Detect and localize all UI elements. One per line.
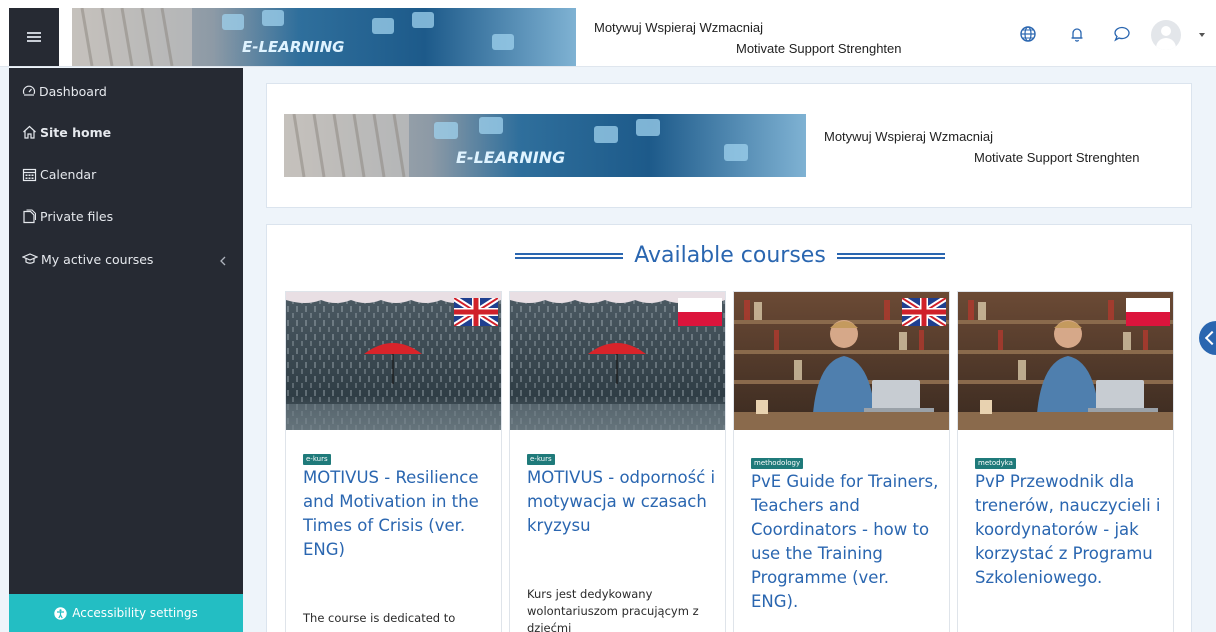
language-icon[interactable] bbox=[1018, 24, 1038, 44]
course-card[interactable]: metodyka PvP Przewodnik dla trenerów, na… bbox=[957, 291, 1174, 632]
sidebar-item-site-home[interactable]: Site home bbox=[22, 120, 111, 144]
course-card[interactable]: methodology PvE Guide for Trainers, Teac… bbox=[733, 291, 950, 632]
course-card[interactable]: e-kurs MOTIVUS - odporność i motywacja w… bbox=[509, 291, 726, 632]
sidebar-item-label: Site home bbox=[40, 124, 112, 140]
course-image-man-laptop-library[interactable] bbox=[734, 292, 949, 430]
course-image-rain-umbrella[interactable] bbox=[510, 292, 725, 430]
menu-toggle-button[interactable] bbox=[9, 8, 59, 66]
course-title-link[interactable]: MOTIVUS - odporność i motywacja w czasac… bbox=[527, 466, 717, 538]
hero-slogan-english: Motivate Support Strenghten bbox=[974, 150, 1140, 165]
user-avatar[interactable] bbox=[1151, 20, 1181, 50]
files-icon bbox=[23, 209, 36, 223]
available-courses-heading-text: Available courses bbox=[634, 243, 826, 268]
sidebar-item-label: My active courses bbox=[41, 251, 154, 267]
hero-panel: E-LEARNING Motywuj Wspieraj Wzmacniaj Mo… bbox=[266, 83, 1192, 208]
site-slogan: Motywuj Wspieraj Wzmacniaj Motivate Supp… bbox=[594, 17, 902, 59]
course-title-link[interactable]: PvP Przewodnik dla trenerów, nauczycieli… bbox=[975, 470, 1165, 590]
banner-text: E-LEARNING bbox=[242, 38, 344, 56]
chevron-left-icon[interactable] bbox=[216, 254, 230, 268]
course-category-badge: e-kurs bbox=[527, 454, 555, 465]
graduation-cap-icon bbox=[22, 253, 38, 264]
sidebar-item-private-files[interactable]: Private files bbox=[22, 204, 113, 228]
course-card[interactable]: e-kurs MOTIVUS - Resilience and Motivati… bbox=[285, 291, 502, 632]
course-category-badge: methodology bbox=[751, 458, 804, 469]
calendar-icon bbox=[22, 168, 37, 181]
site-banner-image[interactable]: E-LEARNING bbox=[72, 8, 576, 66]
slogan-english: Motivate Support Strenghten bbox=[736, 41, 902, 56]
sidebar-item-calendar[interactable]: Calendar bbox=[22, 162, 96, 186]
hamburger-icon bbox=[27, 32, 41, 42]
bell-icon[interactable] bbox=[1067, 24, 1087, 44]
dashboard-icon bbox=[22, 85, 36, 96]
available-courses-heading: Available courses bbox=[267, 243, 1191, 268]
course-category-badge: e-kurs bbox=[303, 454, 331, 465]
sidebar-item-label: Dashboard bbox=[39, 83, 107, 99]
course-description: The course is dedicated to bbox=[303, 611, 456, 625]
available-courses-panel: Available courses e-kurs MOTIVUS - Resil… bbox=[266, 224, 1192, 632]
course-image-man-laptop-library[interactable] bbox=[958, 292, 1173, 430]
hero-banner-image: E-LEARNING bbox=[284, 114, 806, 177]
course-category-badge: metodyka bbox=[975, 458, 1016, 469]
course-title-link[interactable]: PvE Guide for Trainers, Teachers and Coo… bbox=[751, 470, 941, 614]
uk-flag-icon bbox=[902, 298, 946, 326]
hero-slogan: Motywuj Wspieraj Wzmacniaj Motivate Supp… bbox=[824, 126, 1140, 168]
sidebar-item-dashboard[interactable]: Dashboard bbox=[22, 79, 107, 103]
poland-flag-icon bbox=[678, 298, 722, 326]
uk-flag-icon bbox=[454, 298, 498, 326]
sidebar-item-my-active-courses[interactable]: My active courses bbox=[22, 247, 153, 271]
accessibility-settings-button[interactable]: Accessibility settings bbox=[9, 594, 243, 632]
sidebar-item-label: Calendar bbox=[40, 166, 97, 182]
user-menu-caret-icon[interactable] bbox=[1199, 33, 1205, 37]
course-image-rain-umbrella[interactable] bbox=[286, 292, 501, 430]
hero-slogan-polish: Motywuj Wspieraj Wzmacniaj bbox=[824, 129, 994, 144]
course-description: Kurs jest dedykowany wolontariuszom prac… bbox=[527, 587, 699, 632]
right-drawer-toggle-button[interactable] bbox=[1199, 321, 1216, 355]
side-navigation: Dashboard Site home Calendar Private fil… bbox=[9, 68, 243, 632]
slogan-polish: Motywuj Wspieraj Wzmacniaj bbox=[594, 20, 764, 35]
accessibility-settings-label: Accessibility settings bbox=[72, 606, 198, 620]
home-icon bbox=[23, 125, 36, 139]
accessibility-icon bbox=[54, 606, 67, 620]
messages-icon[interactable] bbox=[1112, 24, 1132, 44]
top-navbar: E-LEARNING Motywuj Wspieraj Wzmacniaj Mo… bbox=[0, 0, 1216, 67]
sidebar-item-label: Private files bbox=[40, 208, 114, 224]
hero-banner-text: E-LEARNING bbox=[456, 148, 565, 167]
heading-rule-right bbox=[836, 253, 945, 259]
poland-flag-icon bbox=[1126, 298, 1170, 326]
heading-rule-left bbox=[515, 253, 624, 259]
course-title-link[interactable]: MOTIVUS - Resilience and Motivation in t… bbox=[303, 466, 493, 562]
